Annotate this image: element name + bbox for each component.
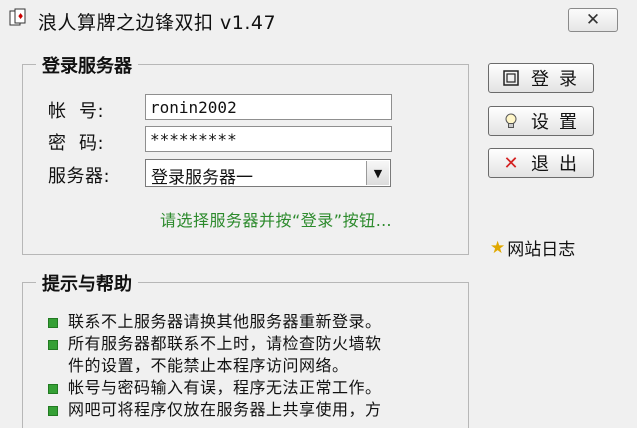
account-label: 帐 号: [48, 101, 105, 122]
help-item: 联系不上服务器请换其他服务器重新登录。 [68, 312, 382, 331]
password-label: 密 码: [48, 133, 105, 154]
bullet-icon [48, 318, 58, 328]
app-window: ♦ 浪人算牌之边锋双扣 v1.47 ✕ 登录服务器 帐 号: ronin2002… [0, 0, 637, 428]
login-icon [501, 68, 521, 88]
bullet-icon [48, 406, 58, 416]
settings-bulb-icon [501, 111, 521, 131]
svg-text:♦: ♦ [17, 12, 24, 21]
exit-button-label: 退出 [531, 154, 587, 175]
close-icon: ✕ [585, 10, 601, 30]
exit-x-icon: ✕ [503, 152, 519, 174]
close-button[interactable]: ✕ [568, 8, 618, 32]
bullet-icon [48, 340, 58, 350]
star-icon: ★ [490, 237, 506, 258]
exit-button[interactable]: ✕ 退出 [488, 148, 594, 178]
journal-label: 网站日志 [507, 240, 576, 260]
app-icon: ♦ [9, 8, 26, 26]
help-group-title: 提示与帮助 [36, 270, 138, 296]
server-select-value: 登录服务器一 [151, 168, 253, 188]
server-select[interactable]: 登录服务器一 ▼ [145, 159, 391, 188]
title-bar[interactable]: ♦ 浪人算牌之边锋双扣 v1.47 ✕ [0, 0, 637, 40]
chevron-down-icon[interactable]: ▼ [366, 161, 389, 185]
help-item: 所有服务器都联系不上时，请检查防火墙软 [68, 334, 382, 353]
settings-button-label: 设置 [531, 112, 587, 133]
journal-link[interactable]: ★ 网站日志 [490, 235, 576, 261]
password-input[interactable]: ********* [145, 126, 392, 152]
login-group-title: 登录服务器 [36, 52, 138, 78]
window-title: 浪人算牌之边锋双扣 v1.47 [38, 12, 277, 34]
login-hint: 请选择服务器并按“登录”按钮… [160, 211, 393, 230]
login-button-label: 登录 [531, 69, 587, 90]
account-input[interactable]: ronin2002 [145, 94, 392, 120]
settings-button[interactable]: 设置 [488, 106, 594, 136]
bullet-icon [48, 384, 58, 394]
server-label: 服务器: [48, 166, 111, 187]
help-item: 件的设置，不能禁止本程序访问网络。 [68, 356, 349, 375]
login-button[interactable]: 登录 [488, 63, 594, 93]
help-item: 帐号与密码输入有误，程序无法正常工作。 [68, 378, 382, 397]
help-item: 网吧可将程序仅放在服务器上共享使用，方 [68, 400, 382, 419]
